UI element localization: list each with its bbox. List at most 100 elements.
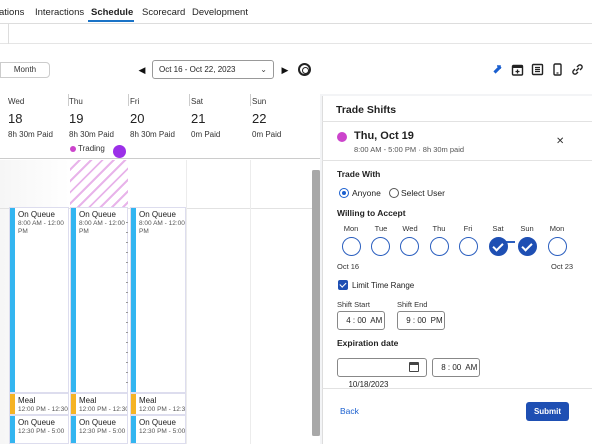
willing-to-accept-label: Willing to Accept xyxy=(337,208,406,218)
day-date: 18 xyxy=(8,111,23,126)
shift-block-wed-meal[interactable]: Meal 12:00 PM - 12:30 PM xyxy=(9,393,69,415)
link-icon[interactable] xyxy=(571,63,584,76)
date-range-select[interactable]: Oct 16 - Oct 22, 2023 ⌄ xyxy=(152,60,274,79)
divider xyxy=(322,160,592,161)
day-header-sun[interactable]: Sun 22 0m Paid xyxy=(252,94,312,144)
calendar-icon[interactable] xyxy=(409,362,419,372)
shift-color-bar xyxy=(10,416,15,443)
tab-interactions[interactable]: Interactions xyxy=(35,7,84,18)
day-header-wed[interactable]: Wed 18 8h 30m Paid xyxy=(8,94,68,144)
limit-time-checkbox[interactable] xyxy=(338,280,348,290)
weekday-label: Sun xyxy=(520,224,534,233)
weekday-label: Mon xyxy=(549,224,565,233)
day-header-thu[interactable]: Thu 19 8h 30m Paid xyxy=(69,94,129,144)
chevron-down-icon: ⌄ xyxy=(260,65,267,74)
shift-start-input[interactable]: 4 : 00 AM xyxy=(337,311,385,330)
mobile-icon[interactable] xyxy=(551,63,564,76)
shift-block-wed-queue[interactable]: On Queue 8:00 AM - 12:00 PM xyxy=(9,207,69,393)
shift-time: 12:00 PM - 12:30 PM xyxy=(139,406,186,413)
shift-block-fri-meal[interactable]: Meal 12:00 PM - 12:30 PM xyxy=(130,393,186,415)
shift-time: 8:00 AM - 12:00 PM xyxy=(79,220,125,235)
weekday-label: Thu xyxy=(432,224,446,233)
shift-block-fri-queue2[interactable]: On Queue 12:30 PM - 5:00 xyxy=(130,415,186,444)
calendar-add-icon[interactable] xyxy=(511,63,524,76)
day-toggle-wed[interactable] xyxy=(400,237,419,256)
day-paid: 0m Paid xyxy=(191,130,221,139)
close-icon[interactable]: ✕ xyxy=(556,136,564,147)
day-header-fri[interactable]: Fri 20 8h 30m Paid xyxy=(130,94,190,144)
day-toggle-thu[interactable] xyxy=(430,237,449,256)
day-name: Wed xyxy=(8,97,25,106)
shift-title: Meal xyxy=(79,396,97,405)
day-name: Sat xyxy=(191,97,204,106)
limit-time-label[interactable]: Limit Time Range xyxy=(352,281,414,290)
tab-schedule[interactable]: Schedule xyxy=(91,7,133,18)
date-range-value: Oct 16 - Oct 22, 2023 xyxy=(159,65,236,74)
expiration-time-input[interactable]: 8 : 00 AM xyxy=(432,358,480,377)
day-toggle-next-mon[interactable] xyxy=(548,237,567,256)
list-icon[interactable] xyxy=(531,63,544,76)
shift-color-dot xyxy=(337,132,347,142)
radio-select-user-label[interactable]: Select User xyxy=(401,188,445,198)
radio-select-user[interactable] xyxy=(389,188,399,198)
month-view-button[interactable]: Month xyxy=(0,62,50,78)
day-toggle-fri[interactable] xyxy=(459,237,478,256)
day-toggle-sun[interactable] xyxy=(518,237,537,256)
day-name: Sun xyxy=(252,97,267,106)
day-toggle-sat[interactable] xyxy=(489,237,508,256)
shift-block-thu-meal[interactable]: Meal 12:00 PM - 12:30 PM xyxy=(70,393,128,415)
shift-title: On Queue xyxy=(79,418,116,427)
day-toggle-tue[interactable] xyxy=(371,237,390,256)
shift-title: Meal xyxy=(18,396,36,405)
day-name: Thu xyxy=(69,97,83,106)
shift-time: 12:00 PM - 12:30 PM xyxy=(79,406,128,413)
day-paid: 0m Paid xyxy=(252,130,282,139)
day-date: 20 xyxy=(130,111,145,126)
shift-date: Thu, Oct 19 xyxy=(354,130,414,142)
shift-block-thu-queue2[interactable]: On Queue 12:30 PM - 5:00 xyxy=(70,415,128,444)
triangle-right-icon[interactable]: ▶ xyxy=(280,64,290,76)
shift-color-bar xyxy=(10,208,15,392)
tab-scorecard[interactable]: Scorecard xyxy=(142,7,185,18)
back-button[interactable]: Back xyxy=(340,406,359,416)
triangle-left-icon[interactable]: ◀ xyxy=(137,64,147,76)
trading-hatch-area xyxy=(70,160,128,208)
grid-line xyxy=(250,160,251,444)
submit-button[interactable]: Submit xyxy=(526,402,569,421)
shift-color-bar xyxy=(71,208,76,392)
radio-anyone-label[interactable]: Anyone xyxy=(352,188,381,198)
shift-title: Meal xyxy=(139,396,157,405)
panel-title: Trade Shifts xyxy=(336,104,397,116)
day-name: Fri xyxy=(130,97,140,106)
weekday-label: Sat xyxy=(492,224,504,233)
divider xyxy=(0,158,320,159)
shift-time: 8:00 AM - 12:00 PM xyxy=(139,220,185,235)
divider xyxy=(322,388,592,389)
divider xyxy=(189,94,190,106)
day-header-sat[interactable]: Sat 21 0m Paid xyxy=(191,94,251,144)
shift-block-thu-queue[interactable]: On Queue 8:00 AM - 12:00 PM xyxy=(70,207,128,393)
day-date: 19 xyxy=(69,111,84,126)
sync-icon[interactable] xyxy=(491,63,504,76)
shift-title: On Queue xyxy=(139,418,176,427)
calendar-scrollbar-thumb[interactable] xyxy=(312,170,320,436)
day-toggle-mon[interactable] xyxy=(342,237,361,256)
day-date: 21 xyxy=(191,111,206,126)
shift-time: 12:30 PM - 5:00 xyxy=(18,428,65,435)
tab-operations[interactable]: ations xyxy=(0,7,24,18)
tab-development[interactable]: Development xyxy=(192,7,248,18)
shift-color-bar xyxy=(71,416,76,443)
trading-status-dot xyxy=(70,146,76,152)
weekday-label: Fri xyxy=(463,224,473,233)
gear-icon[interactable] xyxy=(298,63,311,76)
selected-shift-marker[interactable] xyxy=(113,145,126,158)
shift-end-label: Shift End xyxy=(397,300,428,309)
shift-end-input[interactable]: 9 : 00 PM xyxy=(397,311,445,330)
shift-time-summary: 8:00 AM - 5:00 PM · 8h 30m paid xyxy=(354,145,465,154)
active-tab-indicator xyxy=(88,20,134,22)
shift-title: On Queue xyxy=(79,210,116,219)
day-paid: 8h 30m Paid xyxy=(130,130,175,139)
shift-block-wed-queue2[interactable]: On Queue 12:30 PM - 5:00 xyxy=(9,415,69,444)
radio-anyone[interactable] xyxy=(339,188,349,198)
shift-block-fri-queue[interactable]: On Queue 8:00 AM - 12:00 PM xyxy=(130,207,186,393)
